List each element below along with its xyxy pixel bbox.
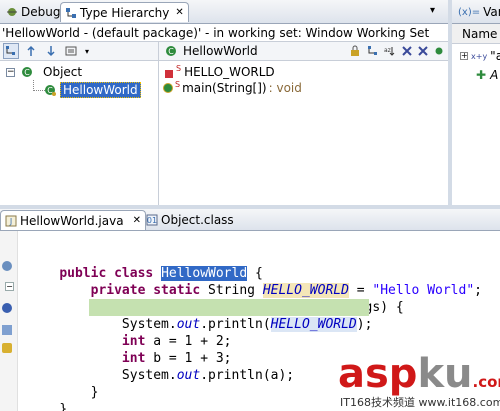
type-hierarchy-icon	[65, 7, 77, 19]
variables-row-label: "a	[490, 49, 500, 63]
history-button[interactable]	[63, 43, 79, 59]
variables-row[interactable]: ✚ A	[476, 67, 498, 83]
tree-item-object-label: Object	[43, 65, 83, 79]
member-field-label: HELLO_WORLD	[184, 65, 275, 79]
tab-debug-label: Debug	[21, 5, 61, 19]
variables-column-header[interactable]: Name	[452, 24, 500, 44]
tab-hellowworld-java-label: HellowWorld.java	[20, 213, 124, 228]
variables-icon: (x)=	[458, 6, 481, 18]
tab-object-class[interactable]: 01 Object.class	[142, 210, 238, 230]
code-line-9: }	[59, 402, 68, 411]
code-line-4: System.out.println(HELLO_WORLD);	[59, 317, 373, 332]
variables-panel: Name + x+y "a ✚ A	[452, 24, 500, 208]
class-file-icon: 01	[146, 214, 158, 226]
tab-object-class-label: Object.class	[161, 213, 234, 227]
watermark-logo: aspku.com	[338, 351, 500, 397]
code-line-7: System.out.println(a);	[59, 368, 295, 383]
tab-type-hierarchy[interactable]: Type Hierarchy ✕	[60, 2, 189, 22]
hierarchy-tree: − C Object C HellowWorld	[0, 61, 158, 205]
add-icon: ✚	[476, 68, 487, 82]
code-line-1: public class HellowWorld {	[59, 266, 263, 281]
member-method-return-type: : void	[268, 81, 302, 95]
members-toolbar: C HellowWorld az	[158, 42, 448, 61]
svg-text:C: C	[168, 47, 174, 56]
code-line-8: }	[59, 385, 99, 400]
svg-text:az: az	[384, 47, 391, 54]
lock-view-button[interactable]	[347, 43, 363, 59]
show-hierarchy-button[interactable]	[3, 43, 19, 59]
member-item-hello-world[interactable]: S HELLO_WORLD	[165, 64, 275, 80]
field-occurrence-highlight: HELLO_WORLD	[270, 317, 357, 332]
view-tab-bar: Debug Type Hierarchy ✕ ▾	[0, 0, 448, 24]
current-line-marker-icon	[2, 325, 12, 335]
svg-text:J: J	[9, 217, 12, 226]
tab-variables-label: Varia	[483, 5, 500, 19]
static-icon: S	[176, 64, 182, 73]
tab-variables[interactable]: (x)= Varia	[454, 2, 500, 22]
close-icon[interactable]: ✕	[175, 7, 183, 18]
public-method-icon	[163, 83, 173, 93]
svg-text:01: 01	[147, 216, 157, 225]
sort-members-button[interactable]: az	[381, 43, 397, 59]
members-list: S HELLO_WORLD S main(String[]) : void	[158, 61, 448, 205]
svg-text:C: C	[24, 68, 30, 77]
members-header: HellowWorld	[183, 44, 258, 58]
fold-icon[interactable]: −	[5, 282, 14, 291]
tree-item-object[interactable]: − C Object	[6, 64, 82, 80]
static-icon: S	[175, 80, 181, 89]
java-file-icon: J	[5, 215, 17, 227]
hide-static-button[interactable]	[415, 43, 431, 59]
tree-item-hellowworld-label: HellowWorld	[60, 81, 141, 98]
debug-icon	[6, 6, 18, 18]
class-icon: C	[21, 66, 33, 78]
override-marker-icon	[2, 261, 12, 271]
history-dropdown-icon[interactable]: ▾	[79, 43, 95, 59]
code-line-3: public static void main(String[] args) {	[91, 300, 404, 315]
variables-row-label: A	[490, 68, 499, 82]
member-method-label: main(String[])	[182, 81, 267, 95]
watermark-caption: IT168技术频道 www.it168.com	[340, 396, 500, 409]
editor-ruler: −	[0, 231, 18, 411]
hierarchy-status-bar: 'HellowWorld - (default package)' - in w…	[0, 24, 448, 42]
show-subtype-button[interactable]	[43, 43, 59, 59]
member-item-main[interactable]: S main(String[]) : void	[163, 80, 302, 96]
code-line-2: private static String HELLO_WORLD = "Hel…	[59, 283, 482, 298]
tab-debug[interactable]: Debug	[2, 2, 64, 22]
tab-hellowworld-java[interactable]: J HellowWorld.java ✕	[0, 210, 146, 230]
hide-fields-button[interactable]	[399, 43, 415, 59]
code-line-6: int b = 1 + 3;	[59, 351, 232, 366]
private-field-icon	[165, 69, 173, 78]
close-icon[interactable]: ✕	[133, 215, 141, 226]
class-icon: C	[165, 45, 177, 57]
variable-icon: x+y	[471, 51, 488, 61]
tree-item-hellowworld[interactable]: C HellowWorld	[44, 81, 141, 98]
variables-row[interactable]: + x+y "a	[460, 48, 500, 64]
hide-nonpublic-button[interactable]	[431, 43, 447, 59]
collapse-icon[interactable]: −	[6, 67, 15, 77]
class-icon: C	[44, 84, 56, 96]
code-line-5: int a = 1 + 2;	[59, 334, 232, 349]
tab-type-hierarchy-label: Type Hierarchy	[80, 5, 170, 20]
show-supertype-button[interactable]	[23, 43, 39, 59]
variables-tab-bar: (x)= Varia	[452, 0, 500, 24]
editor-tab-bar: J HellowWorld.java ✕ 01 Object.class	[0, 209, 500, 231]
view-menu-icon[interactable]: ▾	[430, 5, 435, 16]
breakpoint-icon[interactable]	[2, 303, 12, 313]
hierarchy-toolbar: ▾	[0, 42, 158, 61]
show-all-inherited-button[interactable]	[365, 43, 381, 59]
warning-marker-icon	[2, 343, 12, 353]
expand-icon[interactable]: +	[460, 52, 468, 60]
